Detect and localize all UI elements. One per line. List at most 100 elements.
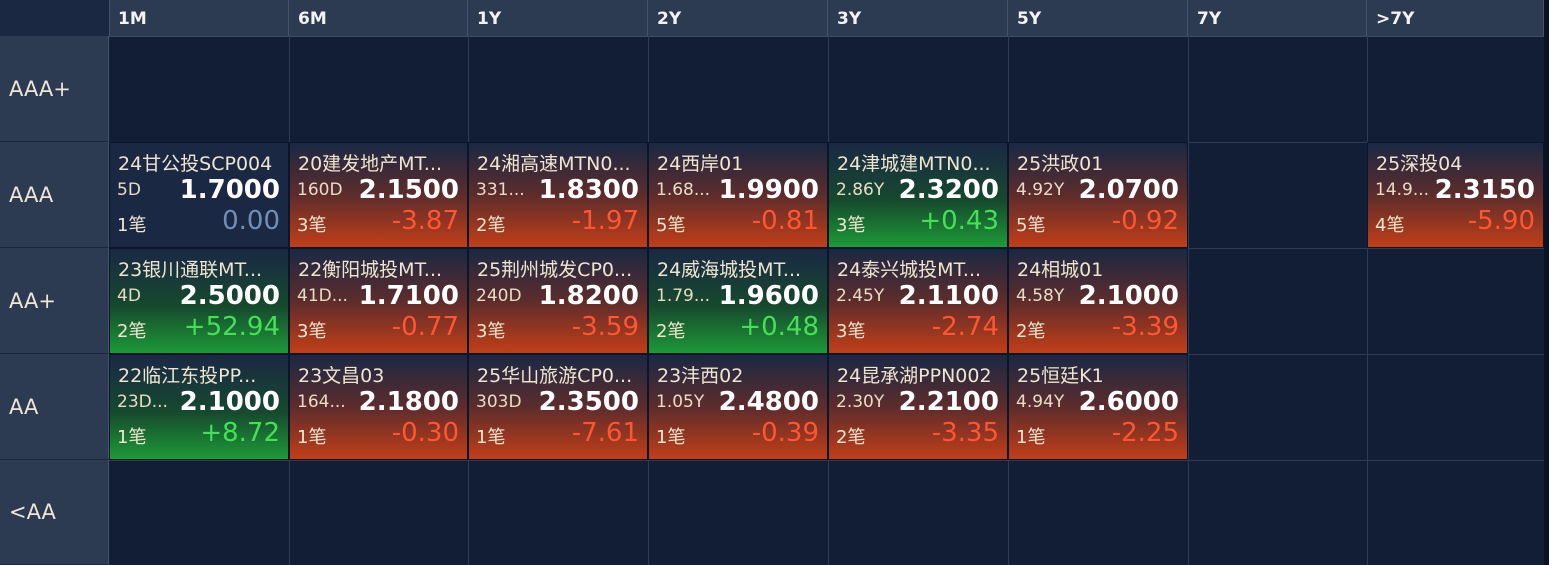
bond-name: 24津城建MTN0... <box>837 153 991 175</box>
trade-count: 5笔 <box>1016 215 1046 236</box>
yield-change: -0.92 <box>1111 206 1179 236</box>
trade-count: 3笔 <box>297 321 327 342</box>
column-header-6[interactable]: 7Y <box>1188 0 1367 36</box>
bond-name: 24昆承湖PPN002 <box>837 365 992 387</box>
bond-yield: 1.7000 <box>179 175 280 205</box>
bond-name: 22衡阳城投MT... <box>298 259 443 281</box>
yield-change: -1.97 <box>571 206 639 236</box>
bond-term: 2.45Y <box>836 286 885 306</box>
yield-change: -3.39 <box>1111 312 1179 342</box>
bond-term: 1.68... <box>656 180 711 200</box>
bond-cell[interactable]: 24昆承湖PPN002 2.30Y 2.2100 2笔 -3.35 <box>828 354 1008 460</box>
bond-cell[interactable]: 24甘公投SCP004 5D 1.7000 1笔 0.00 <box>109 142 289 248</box>
bond-term: 23D... <box>117 392 168 412</box>
row-header-1[interactable]: AAA <box>0 142 109 248</box>
bond-cell[interactable]: 24湘高速MTN0... 331... 1.8300 2笔 -1.97 <box>468 142 648 248</box>
bond-yield: 2.6000 <box>1078 387 1179 417</box>
bond-term: 1.05Y <box>656 392 705 412</box>
bond-name: 25恒廷K1 <box>1017 365 1104 387</box>
row-header-4[interactable]: <AA <box>0 460 109 565</box>
bond-cell[interactable]: 23银川通联MT... 4D 2.5000 2笔 +52.94 <box>109 248 289 354</box>
yield-change: +0.48 <box>739 312 819 342</box>
bond-cell[interactable]: 22临江东投PP... 23D... 2.1000 1笔 +8.72 <box>109 354 289 460</box>
bond-yield: 2.3500 <box>538 387 639 417</box>
bond-term: 164... <box>297 392 346 412</box>
bond-term: 4D <box>117 286 141 306</box>
bond-yield: 2.1000 <box>179 387 280 417</box>
bond-term: 2.86Y <box>836 180 885 200</box>
bond-cell[interactable]: 24威海城投MT... 1.79... 1.9600 2笔 +0.48 <box>648 248 828 354</box>
bond-cell[interactable]: 23沣西02 1.05Y 2.4800 1笔 -0.39 <box>648 354 828 460</box>
header-corner <box>0 0 110 36</box>
bond-name: 24泰兴城投MT... <box>837 259 982 281</box>
bond-cell[interactable]: 22衡阳城投MT... 41D... 1.7100 3笔 -0.77 <box>289 248 468 354</box>
column-header-0[interactable]: 1M <box>109 0 289 36</box>
yield-change: -2.74 <box>931 312 999 342</box>
yield-change: -0.30 <box>391 418 459 448</box>
bond-name: 24威海城投MT... <box>657 259 802 281</box>
bond-cell[interactable]: 20建发地产MT... 160D 2.1500 3笔 -3.87 <box>289 142 468 248</box>
yield-change: -3.87 <box>391 206 459 236</box>
bond-cell[interactable]: 24西岸01 1.68... 1.9900 5笔 -0.81 <box>648 142 828 248</box>
bond-cell[interactable]: 24津城建MTN0... 2.86Y 2.3200 3笔 +0.43 <box>828 142 1008 248</box>
yield-change: -3.35 <box>931 418 999 448</box>
bond-name: 24甘公投SCP004 <box>118 153 273 175</box>
yield-change: -5.90 <box>1467 206 1535 236</box>
yield-change: 0.00 <box>222 206 280 236</box>
bond-cell[interactable]: 24泰兴城投MT... 2.45Y 2.1100 3笔 -2.74 <box>828 248 1008 354</box>
bond-name: 22临江东投PP... <box>118 365 257 387</box>
bond-cell[interactable]: 25洪政01 4.92Y 2.0700 5笔 -0.92 <box>1008 142 1188 248</box>
bond-yield: 2.5000 <box>179 281 280 311</box>
column-header-2[interactable]: 1Y <box>468 0 648 36</box>
yield-change: +52.94 <box>183 312 280 342</box>
bond-yield: 2.4800 <box>718 387 819 417</box>
row-header-3[interactable]: AA <box>0 354 109 460</box>
yield-change: -7.61 <box>571 418 639 448</box>
bond-yield: 1.9900 <box>718 175 819 205</box>
trade-count: 1笔 <box>117 427 147 448</box>
bond-yield: 2.0700 <box>1078 175 1179 205</box>
yield-change: +8.72 <box>200 418 280 448</box>
trade-count: 1笔 <box>117 215 147 236</box>
bond-term: 240D <box>476 286 522 306</box>
bond-cell[interactable]: 25恒廷K1 4.94Y 2.6000 1笔 -2.25 <box>1008 354 1188 460</box>
column-header-7[interactable]: >7Y <box>1367 0 1544 36</box>
bond-cell[interactable]: 24相城01 4.58Y 2.1000 2笔 -3.39 <box>1008 248 1188 354</box>
bond-name: 23文昌03 <box>298 365 385 387</box>
bond-yield: 1.9600 <box>718 281 819 311</box>
bond-rating-maturity-grid: 1M 6M 1Y 2Y 3Y 5Y 7Y >7Y AAA+ AAA AA+ AA <AA 24甘公投S… <box>0 0 1549 565</box>
bond-cell[interactable]: 25荆州城发CP0... 240D 1.8200 3笔 -3.59 <box>468 248 648 354</box>
column-header-1[interactable]: 6M <box>289 0 468 36</box>
bond-term: 2.30Y <box>836 392 885 412</box>
bond-term: 4.94Y <box>1016 392 1065 412</box>
yield-change: -2.25 <box>1111 418 1179 448</box>
trade-count: 1笔 <box>297 427 327 448</box>
column-header-3[interactable]: 2Y <box>648 0 828 36</box>
bond-name: 25荆州城发CP0... <box>477 259 633 281</box>
bond-yield: 2.3200 <box>898 175 999 205</box>
trade-count: 2笔 <box>656 321 686 342</box>
bond-name: 25深投04 <box>1376 153 1463 175</box>
bond-name: 24西岸01 <box>657 153 744 175</box>
trade-count: 2笔 <box>117 321 147 342</box>
trade-count: 3笔 <box>836 321 866 342</box>
bond-yield: 1.8300 <box>538 175 639 205</box>
bond-cell[interactable]: 23文昌03 164... 2.1800 1笔 -0.30 <box>289 354 468 460</box>
yield-change: -0.81 <box>751 206 819 236</box>
bond-term: 4.92Y <box>1016 180 1065 200</box>
bond-name: 23银川通联MT... <box>118 259 263 281</box>
bond-cell[interactable]: 25深投04 14.9... 2.3150 4笔 -5.90 <box>1367 142 1544 248</box>
bond-term: 14.9... <box>1375 180 1430 200</box>
trade-count: 2笔 <box>836 427 866 448</box>
trade-count: 3笔 <box>836 215 866 236</box>
bond-term: 4.58Y <box>1016 286 1065 306</box>
column-header-4[interactable]: 3Y <box>828 0 1008 36</box>
column-header-5[interactable]: 5Y <box>1008 0 1188 36</box>
row-header-2[interactable]: AA+ <box>0 248 109 354</box>
bond-name: 25洪政01 <box>1017 153 1104 175</box>
row-header-0[interactable]: AAA+ <box>0 36 109 142</box>
bond-cell[interactable]: 25华山旅游CP0... 303D 2.3500 1笔 -7.61 <box>468 354 648 460</box>
trade-count: 1笔 <box>476 427 506 448</box>
bond-term: 5D <box>117 180 141 200</box>
trade-count: 1笔 <box>656 427 686 448</box>
